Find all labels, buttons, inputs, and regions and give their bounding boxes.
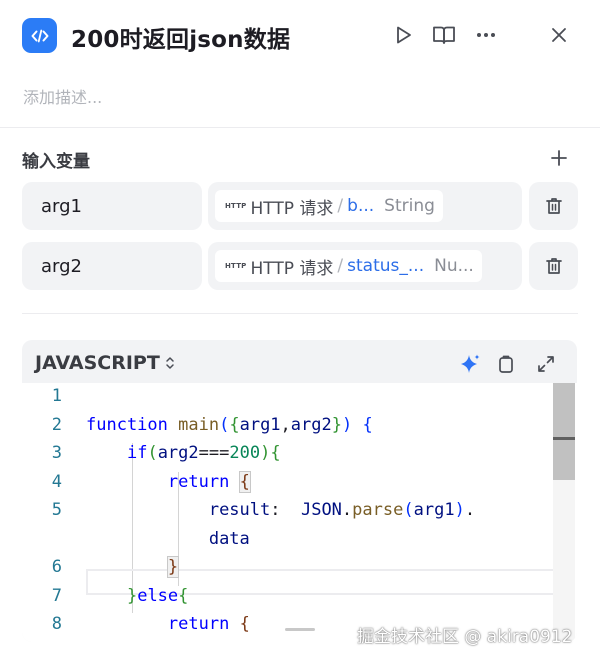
language-label: JAVASCRIPT [35,352,160,374]
reference-field: status_... [347,256,425,276]
plus-icon [551,150,567,166]
reference-source: HTTP 请求 [250,198,334,219]
variable-row: arg1 HTTP HTTP 请求 / b... String [22,182,578,230]
reference-field: b... [347,196,375,216]
line-number: 7 [51,586,62,606]
reference-type: Nu... [434,256,474,276]
copy-button[interactable] [494,352,518,376]
variable-row: arg2 HTTP HTTP 请求 / status_... Nu... [22,242,578,290]
http-icon: HTTP [225,262,247,270]
horizontal-scrollbar[interactable] [285,628,315,631]
variable-name-input[interactable]: arg1 [22,182,202,230]
divider [22,313,578,314]
delete-variable-button[interactable] [529,242,578,290]
close-icon [552,28,566,42]
reference-tag: HTTP HTTP 请求 / b... String [215,190,443,222]
code-line-5: result: JSON.parse(arg1). [208,500,476,520]
trash-icon [545,258,562,274]
more-icon [477,33,495,37]
code-line-3: if(arg2===200){ [126,443,281,463]
variable-reference-select[interactable]: HTTP HTTP 请求 / b... String [208,182,522,230]
scrollbar-thumb[interactable] [553,383,575,480]
sparkle-icon [461,354,480,373]
book-icon [433,26,455,44]
line-number: 2 [51,415,62,435]
ai-assist-button[interactable] [458,352,482,376]
expand-icon [538,356,554,372]
variable-reference-select[interactable]: HTTP HTTP 请求 / status_... Nu... [208,242,522,290]
chevron-updown-icon [166,357,174,369]
line-number: 8 [51,614,62,634]
docs-button[interactable] [431,22,457,48]
code-line-8: return { [167,614,250,634]
code-panel: JAVASCRIPT 1 2 3 4 5 6 7 8 function main… [22,340,577,642]
more-button[interactable] [473,22,499,48]
reference-source: HTTP 请求 [250,258,334,279]
http-icon: HTTP [225,202,247,210]
add-variable-button[interactable] [547,146,571,170]
code-line-6: } [166,556,180,578]
trash-icon [545,198,562,214]
node-header: 200时返回json数据 [0,0,610,72]
play-icon [397,26,411,44]
reference-separator: / [337,256,344,276]
run-button[interactable] [390,22,416,48]
reference-separator: / [337,196,344,216]
variable-name-input[interactable]: arg2 [22,242,202,290]
code-line-4: return { [167,471,251,493]
divider [0,127,600,128]
line-number: 3 [51,443,62,463]
line-number: 5 [51,500,62,520]
line-number: 6 [51,557,62,577]
expand-button[interactable] [534,352,558,376]
node-title[interactable]: 200时返回json数据 [71,20,290,54]
code-editor[interactable]: 1 2 3 4 5 6 7 8 function main({arg1,arg2… [22,383,577,642]
watermark: 掘金技术社区 @ akira0912 [357,627,573,647]
close-button[interactable] [546,22,572,48]
code-line-5-wrap: data [208,529,250,549]
code-line-7: }else{ [126,586,189,606]
input-variables-title: 输入变量 [22,152,90,172]
copy-icon [499,355,513,373]
delete-variable-button[interactable] [529,182,578,230]
line-number: 1 [51,386,62,406]
scrollbar-marker [553,437,575,440]
reference-tag: HTTP HTTP 请求 / status_... Nu... [215,250,482,282]
description-input[interactable]: 添加描述... [23,84,102,108]
code-icon [22,18,57,53]
line-number: 4 [51,472,62,492]
code-line-2: function main({arg1,arg2}) { [86,415,373,435]
reference-type: String [384,196,435,216]
language-select[interactable]: JAVASCRIPT [35,352,176,374]
